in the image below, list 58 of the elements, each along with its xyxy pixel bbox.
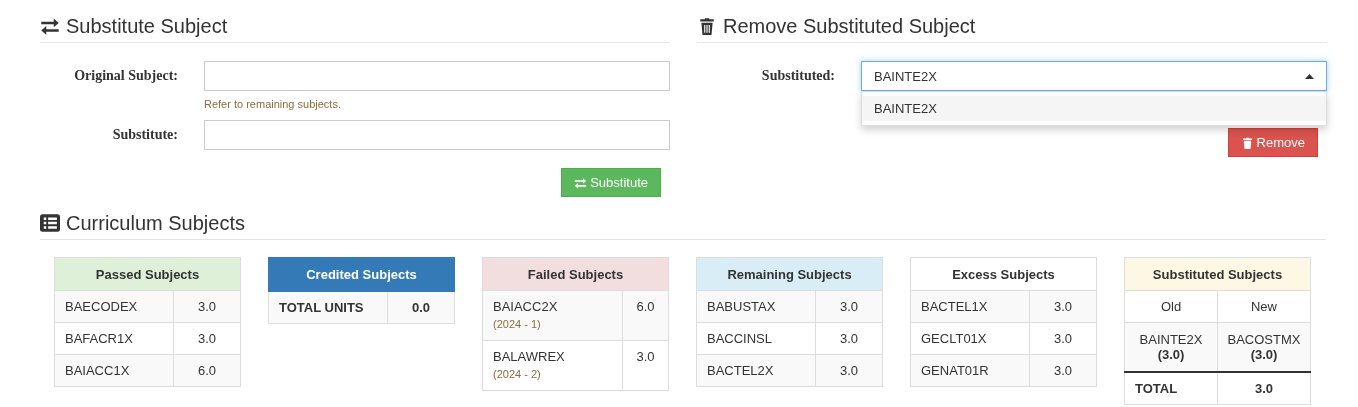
swap-arrows-icon xyxy=(40,17,60,35)
list-icon xyxy=(40,214,60,232)
column-header: New xyxy=(1251,299,1277,314)
units-value: 3.0 xyxy=(1053,331,1073,346)
table-header: Failed Subjects xyxy=(482,257,669,291)
new-subject: BACOSTMX xyxy=(1226,332,1302,347)
table-header: Passed Subjects xyxy=(54,257,241,291)
subject-code: GECLT01X xyxy=(921,331,987,346)
field-label: Substitute: xyxy=(112,127,178,143)
units-value: 6.0 xyxy=(636,299,655,314)
help-text: Refer to remaining subjects. xyxy=(204,98,342,110)
term-label: (2024 - 1) xyxy=(493,318,542,330)
subject-code: BACCINSL xyxy=(707,331,773,346)
units-value: 3.0 xyxy=(839,331,859,346)
subject-code: BAIACC1X xyxy=(65,363,130,378)
input-field[interactable] xyxy=(204,61,670,91)
section-title: Remove Substituted Subject xyxy=(723,14,976,38)
table-header: Remaining Subjects xyxy=(696,257,883,291)
field-label: Original Subject: xyxy=(74,68,178,84)
units-value: 3.0 xyxy=(839,363,859,378)
term-label: (2024 - 2) xyxy=(493,368,542,380)
units-value: 3.0 xyxy=(636,349,655,364)
column-header: Old xyxy=(1160,299,1182,314)
new-units: (3.0) xyxy=(1249,347,1279,362)
total-label: TOTAL xyxy=(1135,381,1178,396)
remove-button[interactable]: Remove xyxy=(1227,128,1318,157)
dropdown-option[interactable]: BAINTE2X xyxy=(862,96,1326,121)
field-label: Substituted: xyxy=(761,68,835,84)
units-value: 6.0 xyxy=(197,363,217,378)
subject-code: BACTEL1X xyxy=(921,299,988,314)
subject-code: BAECODEX xyxy=(65,299,138,314)
subject-code: BALAWREX xyxy=(493,349,565,364)
old-subject: BAINTE2X xyxy=(1138,332,1204,347)
subject-code: BACTEL2X xyxy=(707,363,774,378)
total-units: 0.0 xyxy=(411,300,431,315)
trash-icon xyxy=(1240,136,1254,149)
table-header: Excess Subjects xyxy=(910,257,1097,291)
units-value: 3.0 xyxy=(1053,299,1073,314)
section-title: Curriculum Subjects xyxy=(66,211,245,235)
input-field[interactable] xyxy=(204,120,670,150)
caret-icon xyxy=(1305,73,1314,79)
units-value: 3.0 xyxy=(197,299,217,314)
swap-arrows-icon xyxy=(574,176,588,189)
section-title: Substitute Subject xyxy=(66,14,228,38)
units-value: 3.0 xyxy=(197,331,217,346)
total-label: TOTAL UNITS xyxy=(279,300,364,315)
table-header: Substituted Subjects xyxy=(1124,257,1311,291)
trash-icon xyxy=(697,17,717,35)
units-value: 3.0 xyxy=(839,299,859,314)
table-header: Credited Subjects xyxy=(268,257,455,291)
old-units: (3.0) xyxy=(1156,347,1186,362)
subject-code: BABUSTAX xyxy=(707,299,776,314)
total-units: 3.0 xyxy=(1254,381,1274,396)
subject-code: BAIACC2X xyxy=(493,299,558,314)
subject-code: BAFACR1X xyxy=(65,331,133,346)
units-value: 3.0 xyxy=(1053,363,1073,378)
select-field[interactable]: BAINTE2X xyxy=(861,61,1327,91)
subject-code: GENAT01R xyxy=(921,363,989,378)
